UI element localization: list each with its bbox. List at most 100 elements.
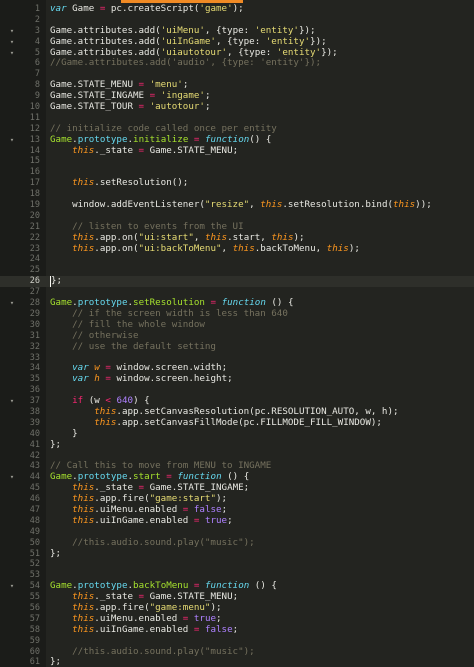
code-line[interactable]: 6 //Game.attributes.add('audio', {type: '…	[0, 58, 474, 69]
code-line[interactable]: 48 this.uiInGame.enabled = true;	[0, 514, 474, 527]
line-number: 24	[29, 254, 40, 265]
line-number: 45	[29, 483, 40, 494]
code-line[interactable]: 25	[0, 265, 474, 276]
code-text: this.app.on("ui:backToMenu", this.backTo…	[50, 243, 360, 255]
code-line[interactable]: 15	[0, 156, 474, 167]
code-line[interactable]: 32 // use the default setting	[0, 340, 474, 353]
code-editor[interactable]: 1 var Game = pc.createScript('game'); 2 ▾ 3 G…	[0, 0, 474, 667]
code-token: .uiInGame.enabled	[94, 514, 194, 526]
line-number: 30	[29, 319, 40, 330]
fold-triangle-icon[interactable]: ▾	[8, 37, 16, 48]
code-token: 'uiInGame'	[160, 35, 216, 47]
line-number: 4	[34, 36, 40, 47]
code-token: // if the screen width is less than 640	[72, 307, 288, 319]
fold-triangle-icon[interactable]: ▾	[8, 298, 16, 309]
code-token: this	[72, 591, 95, 603]
code-lines[interactable]: 1 var Game = pc.createScript('game'); 2 ▾ 3 G…	[0, 3, 474, 667]
code-line[interactable]: 23 this.app.on("ui:backToMenu", this.bac…	[0, 243, 474, 255]
code-token: prototype	[77, 471, 128, 483]
code-text: var Game = pc.createScript('game');	[50, 3, 244, 15]
code-token: Game.attributes.add(	[50, 35, 161, 47]
code-line[interactable]: 61};	[0, 656, 474, 667]
code-line[interactable]: 60 //this.audio.sound.play("music");	[0, 646, 474, 658]
line-number: 31	[29, 330, 40, 341]
code-line[interactable]: 10 Game.STATE_TOUR = 'autotour';	[0, 101, 474, 113]
code-text: this.uiInGame.enabled = false;	[50, 624, 238, 636]
code-line[interactable]: 35 var h = window.screen.height;	[0, 373, 474, 385]
code-token: // use the default setting	[72, 340, 216, 352]
code-token: () {	[249, 580, 277, 592]
line-number: 15	[29, 156, 40, 167]
code-line[interactable]: 17 this.setResolution();	[0, 177, 474, 189]
code-text: };	[50, 547, 62, 560]
code-token: );	[210, 601, 222, 613]
code-text: // use the default setting	[50, 340, 216, 353]
code-token: ;	[182, 79, 189, 91]
code-line[interactable]: 26};	[0, 275, 474, 288]
code-token: () {	[249, 133, 272, 145]
code-line[interactable]: 40 }	[0, 428, 474, 440]
code-text: };	[50, 439, 61, 451]
line-number: 50	[29, 537, 40, 548]
code-token: );	[232, 3, 244, 14]
code-token: , {type:	[227, 46, 277, 58]
code-token: Game.STATE_MENU;	[144, 591, 239, 603]
code-token: setResolution	[133, 297, 205, 309]
fold-triangle-icon[interactable]: ▾	[8, 135, 16, 146]
code-token: 'menu'	[149, 79, 183, 91]
fold-triangle-icon[interactable]: ▾	[8, 396, 16, 407]
code-line[interactable]: 50 //this.audio.sound.play("music");	[0, 537, 474, 549]
code-line[interactable]: 51};	[0, 547, 474, 560]
line-number: 6	[34, 58, 40, 69]
code-token: Game	[50, 471, 73, 483]
code-token: this	[72, 482, 95, 494]
line-number: 36	[29, 385, 40, 396]
line-number: 57	[29, 613, 40, 624]
code-token: .app.fire(	[94, 601, 150, 613]
line-number: 44	[29, 472, 40, 483]
line-number: 5	[34, 47, 40, 58]
code-line[interactable]: 14 this._state = Game.STATE_MENU;	[0, 144, 474, 157]
code-token: .app.on(	[94, 231, 139, 243]
line-number: 52	[29, 559, 40, 570]
code-token: .app.fire(	[94, 493, 150, 505]
line-number: 10	[29, 102, 40, 113]
code-line[interactable]: 52	[0, 559, 474, 570]
code-line[interactable]: 58 this.uiInGame.enabled = false;	[0, 624, 474, 636]
line-number: 20	[29, 210, 40, 221]
line-number: 3	[34, 25, 40, 36]
line-number: 8	[34, 80, 40, 91]
code-token: this	[94, 405, 117, 417]
line-number: 37	[29, 396, 40, 407]
code-line[interactable]: 19 window.addEventListener("resize", thi…	[0, 199, 474, 211]
fold-triangle-icon[interactable]: ▾	[8, 581, 16, 592]
code-token: prototype	[77, 580, 128, 592]
code-token: );	[293, 231, 305, 243]
fold-triangle-icon[interactable]: ▾	[8, 472, 16, 483]
fold-triangle-icon[interactable]: ▾	[8, 26, 16, 37]
code-token: this	[72, 144, 95, 156]
code-token: );	[216, 493, 228, 505]
code-line[interactable]: 41};	[0, 439, 474, 451]
line-number: 38	[29, 406, 40, 417]
line-number: 23	[29, 243, 40, 254]
code-token: () {	[265, 297, 294, 309]
code-token: };	[50, 547, 62, 559]
fold-triangle-icon[interactable]: ▾	[8, 48, 16, 59]
line-number: 14	[29, 145, 40, 156]
code-token: });	[321, 46, 338, 58]
code-token: function	[205, 580, 250, 592]
code-line[interactable]: 1 var Game = pc.createScript('game');	[0, 3, 474, 15]
code-line[interactable]: 24	[0, 254, 474, 265]
line-number: 21	[29, 221, 40, 232]
code-token: pc.createScript(	[105, 3, 200, 14]
